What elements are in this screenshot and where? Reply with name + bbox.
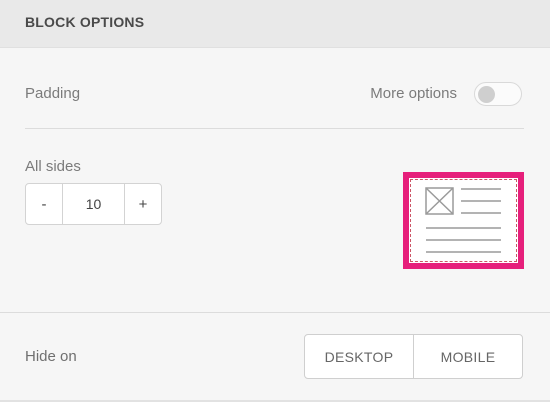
hide-on-desktop-button[interactable]: DESKTOP bbox=[305, 335, 413, 378]
section-divider bbox=[0, 312, 550, 313]
hide-on-label: Hide on bbox=[25, 348, 77, 365]
layout-thumbnail-icon bbox=[425, 187, 501, 253]
increment-button[interactable]: + bbox=[125, 184, 161, 224]
padding-preview bbox=[403, 172, 524, 269]
hide-on-segmented-control: DESKTOP MOBILE bbox=[304, 334, 523, 379]
more-options-label: More options bbox=[370, 85, 457, 102]
all-sides-label: All sides bbox=[25, 158, 81, 175]
block-options-header: BLOCK OPTIONS bbox=[0, 0, 550, 48]
hide-on-mobile-button[interactable]: MOBILE bbox=[413, 335, 522, 378]
padding-value-input[interactable]: 10 bbox=[62, 184, 125, 224]
header-title: BLOCK OPTIONS bbox=[25, 14, 145, 30]
padding-stepper: - 10 + bbox=[25, 183, 162, 225]
toggle-knob bbox=[478, 86, 495, 103]
padding-label: Padding bbox=[25, 85, 81, 102]
more-options-toggle[interactable] bbox=[474, 82, 522, 106]
divider bbox=[25, 128, 524, 129]
decrement-button[interactable]: - bbox=[26, 184, 62, 224]
